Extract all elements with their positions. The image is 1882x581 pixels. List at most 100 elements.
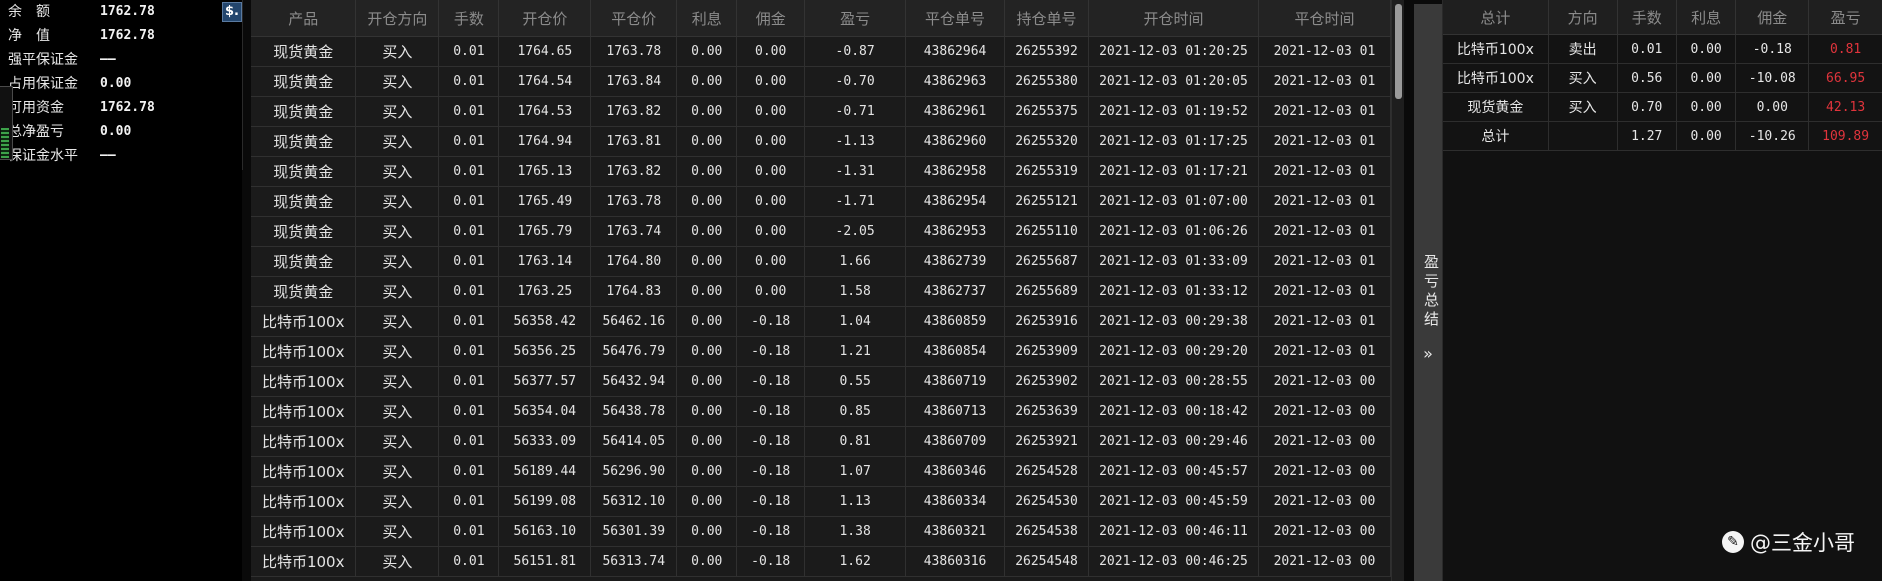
table-row[interactable]: 比特币100x 买入 0.01 56199.08 56312.10 0.00 -0.18 1.… (251, 486, 1391, 517)
table-row[interactable]: 比特币100x 买入 0.01 56333.09 56414.05 0.00 -0.18 0.… (251, 426, 1391, 457)
column-header[interactable]: 开仓价 (498, 0, 592, 37)
table-cell: 0.00 (676, 396, 738, 427)
table-cell: 56189.44 (498, 456, 592, 487)
vertical-scrollbar[interactable] (1391, 0, 1404, 581)
table-cell: 2021-12-03 00:45:59 (1088, 486, 1259, 517)
table-cell: 0.00 (676, 336, 738, 367)
summary-column-header[interactable]: 盈亏 (1808, 0, 1882, 35)
table-cell: 比特币100x (251, 516, 357, 547)
table-cell: 26255320 (1004, 126, 1089, 157)
table-row[interactable]: 现货黄金 买入 0.01 1764.94 1763.81 0.00 0.00 -1.13 438… (251, 126, 1391, 157)
column-header[interactable]: 持仓单号 (1004, 0, 1089, 37)
table-row[interactable]: 现货黄金 买入 0.01 1764.54 1763.84 0.00 0.00 -0.70 438… (251, 66, 1391, 97)
summary-row[interactable]: 比特币100x 卖出 0.01 0.00 -0.18 0.81 (1443, 34, 1882, 64)
table-cell: 26255319 (1004, 156, 1089, 187)
summary-cell: 0.00 (1676, 121, 1737, 151)
account-value: —— (100, 52, 116, 67)
summary-cell: 0.01 (1617, 34, 1677, 64)
account-label: 强平保证金 (8, 52, 78, 68)
column-header[interactable]: 开仓方向 (355, 0, 440, 37)
summary-column-header[interactable]: 方向 (1548, 0, 1618, 35)
account-label: 保证金水平 (8, 148, 78, 164)
table-cell: 43862739 (905, 246, 1006, 277)
profit-summary-tab[interactable]: 盈亏总结 » (1414, 4, 1442, 581)
table-cell: 0.00 (736, 246, 806, 277)
summary-cell: 42.13 (1808, 92, 1882, 122)
table-row[interactable]: 现货黄金 买入 0.01 1765.79 1763.74 0.00 0.00 -2.05 438… (251, 216, 1391, 247)
table-row[interactable]: 现货黄金 买入 0.01 1765.13 1763.82 0.00 0.00 -1.31 438… (251, 156, 1391, 187)
watermark-text: @三金小哥 (1750, 531, 1855, 555)
table-row[interactable]: 比特币100x 买入 0.01 56358.42 56462.16 0.00 -0.18 1.… (251, 306, 1391, 337)
summary-column-header[interactable]: 总计 (1443, 0, 1549, 35)
table-cell: 0.01 (438, 66, 500, 97)
table-cell: 1764.54 (498, 66, 592, 97)
table-cell: 2021-12-03 00 (1258, 516, 1391, 547)
column-header[interactable]: 利息 (676, 0, 738, 37)
table-cell: 买入 (355, 246, 440, 277)
table-cell: 0.01 (438, 336, 500, 367)
table-cell: 买入 (355, 366, 440, 397)
table-cell: 现货黄金 (251, 126, 357, 157)
table-row[interactable]: 比特币100x 买入 0.01 56377.57 56432.94 0.00 -0.18 0.… (251, 366, 1391, 397)
column-header[interactable]: 产品 (251, 0, 357, 37)
account-panel: 余 额 1762.78 净 值 1762.78 强平保证金 —— 占用保证金 0.00 可用资金… (0, 0, 243, 170)
table-row[interactable]: 比特币100x 买入 0.01 56151.81 56313.74 0.00 -0.18 1.… (251, 546, 1391, 577)
summary-cell: 0.00 (1676, 63, 1737, 93)
summary-column-header[interactable]: 利息 (1676, 0, 1737, 35)
table-cell: 买入 (355, 96, 440, 127)
table-cell: 1763.82 (590, 96, 678, 127)
table-cell: 2021-12-03 00:29:38 (1088, 306, 1259, 337)
table-cell: 2021-12-03 00 (1258, 396, 1391, 427)
table-cell: 0.01 (438, 456, 500, 487)
column-header[interactable]: 平仓价 (590, 0, 678, 37)
column-header[interactable]: 平仓单号 (905, 0, 1006, 37)
table-row[interactable]: 现货黄金 买入 0.01 1765.49 1763.78 0.00 0.00 -1.71 438… (251, 186, 1391, 217)
table-cell: 0.00 (676, 486, 738, 517)
table-cell: -0.71 (804, 96, 907, 127)
summary-column-header[interactable]: 佣金 (1735, 0, 1810, 35)
table-cell: 43860316 (905, 546, 1006, 577)
summary-cell: -0.18 (1735, 34, 1810, 64)
scrollbar-thumb[interactable] (1395, 4, 1402, 99)
table-row[interactable]: 比特币100x 买入 0.01 56189.44 56296.90 0.00 -0.18 1.… (251, 456, 1391, 487)
summary-row[interactable]: 现货黄金 买入 0.70 0.00 0.00 42.13 (1443, 92, 1882, 122)
column-header[interactable]: 佣金 (736, 0, 806, 37)
grip-handle-icon[interactable] (1, 128, 9, 158)
table-cell: 56462.16 (590, 306, 678, 337)
table-row[interactable]: 现货黄金 买入 0.01 1764.53 1763.82 0.00 0.00 -0.71 438… (251, 96, 1391, 127)
table-cell: 0.00 (676, 66, 738, 97)
table-cell: 1763.84 (590, 66, 678, 97)
table-cell: 26255375 (1004, 96, 1089, 127)
summary-cell: 买入 (1548, 92, 1618, 122)
table-cell: -0.18 (736, 336, 806, 367)
table-row[interactable]: 比特币100x 买入 0.01 56163.10 56301.39 0.00 -0.18 1.… (251, 516, 1391, 547)
summary-row[interactable]: 比特币100x 买入 0.56 0.00 -10.08 66.95 (1443, 63, 1882, 93)
table-cell: 买入 (355, 216, 440, 247)
table-row[interactable]: 比特币100x 买入 0.01 56354.04 56438.78 0.00 -0.18 0.… (251, 396, 1391, 427)
table-row[interactable]: 现货黄金 买入 0.01 1764.65 1763.78 0.00 0.00 -0.87 438… (251, 36, 1391, 67)
table-cell: 0.00 (736, 66, 806, 97)
table-cell: 2021-12-03 01 (1258, 186, 1391, 217)
column-header[interactable]: 盈亏 (804, 0, 907, 37)
table-row[interactable]: 现货黄金 买入 0.01 1763.14 1764.80 0.00 0.00 1.66 4386… (251, 246, 1391, 277)
summary-row[interactable]: 总计 1.27 0.00 -10.26 109.89 (1443, 121, 1882, 151)
summary-cell: 现货黄金 (1443, 92, 1549, 122)
dollar-button[interactable]: $. (222, 2, 242, 22)
table-cell: 1763.81 (590, 126, 678, 157)
column-header[interactable]: 平仓时间 (1258, 0, 1391, 37)
table-cell: 26253916 (1004, 306, 1089, 337)
column-header[interactable]: 手数 (438, 0, 500, 37)
column-header[interactable]: 开仓时间 (1088, 0, 1259, 37)
table-cell: 56414.05 (590, 426, 678, 457)
profit-summary-panel: 总计 方向 手数 利息 佣金 盈亏 比特币100x 卖出 0.01 0.00 -0.18 0.81 比… (1442, 0, 1882, 581)
table-row[interactable]: 比特币100x 买入 0.01 56356.25 56476.79 0.00 -0.18 1.… (251, 336, 1391, 367)
table-cell: 2021-12-03 01 (1258, 126, 1391, 157)
table-cell: 26254530 (1004, 486, 1089, 517)
table-cell: 43862960 (905, 126, 1006, 157)
table-cell: 0.01 (438, 96, 500, 127)
table-cell: 2021-12-03 00 (1258, 426, 1391, 457)
table-row[interactable]: 现货黄金 买入 0.01 1763.25 1764.83 0.00 0.00 1.58 4386… (251, 276, 1391, 307)
trade-history-table: 产品 开仓方向 手数 开仓价 平仓价 利息 佣金 盈亏 平仓单号 持仓单号 开仓时间 平仓时间 现货黄… (251, 0, 1391, 577)
summary-column-header[interactable]: 手数 (1617, 0, 1677, 35)
table-cell: 比特币100x (251, 546, 357, 577)
